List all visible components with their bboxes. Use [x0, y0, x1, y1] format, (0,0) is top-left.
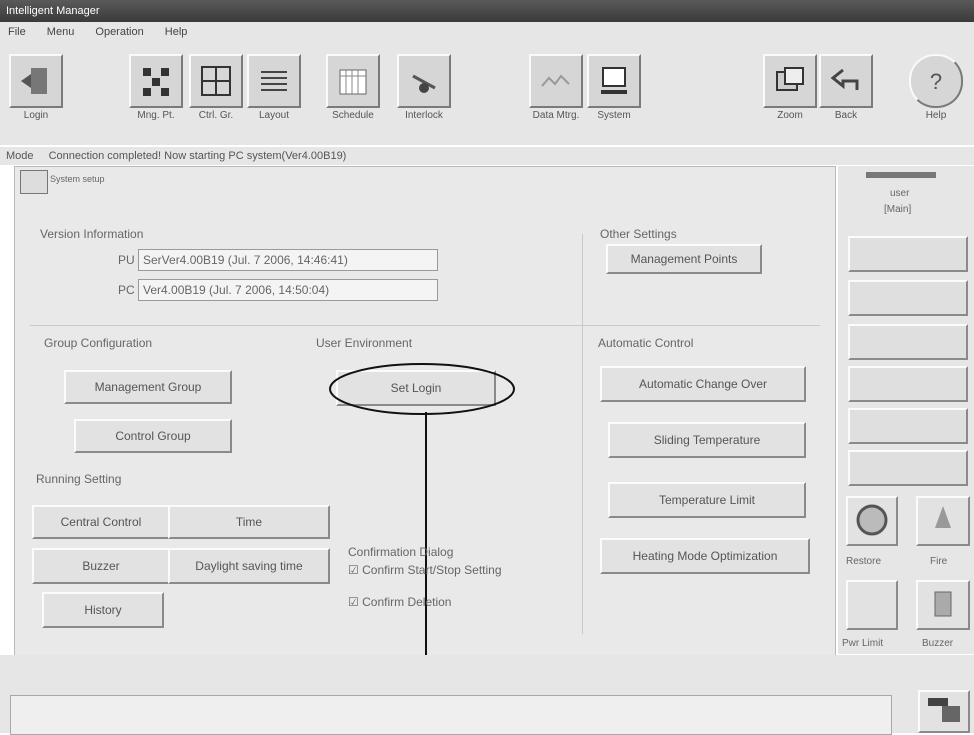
toolbar-help-button[interactable]: ? Help — [904, 54, 968, 121]
checkbox-checked-icon: ☑ — [348, 563, 359, 577]
buzzer-icon — [934, 591, 952, 617]
schedule-icon — [326, 54, 380, 108]
sliding-temperature-button[interactable]: Sliding Temperature — [608, 422, 806, 458]
history-button[interactable]: History — [42, 592, 164, 628]
fire-icon — [935, 506, 951, 528]
buzzer-label: Buzzer — [922, 638, 954, 649]
management-point-icon — [129, 54, 183, 108]
interlock-icon — [397, 54, 451, 108]
menu-bar: File Menu Operation Help — [0, 22, 974, 42]
control-group-icon — [189, 54, 243, 108]
toolbar-mng-pt-button[interactable]: Mng. Pt. — [128, 54, 184, 121]
menu-menu[interactable]: Menu — [47, 26, 75, 38]
menu-operation[interactable]: Operation — [95, 26, 143, 38]
toolbar-interlock-button[interactable]: Interlock — [388, 54, 460, 121]
help-icon: ? — [909, 54, 963, 108]
pu-version-field: SerVer4.00B19 (Jul. 7 2006, 14:46:41) — [138, 249, 438, 271]
pwr-limit-button[interactable] — [846, 580, 898, 630]
toolbar-schedule-button[interactable]: Schedule — [318, 54, 388, 121]
restore-icon — [856, 504, 888, 536]
data-monitoring-icon — [529, 54, 583, 108]
buzzer-button[interactable]: Buzzer — [32, 548, 170, 584]
keyboard-button[interactable] — [918, 690, 970, 733]
central-control-button[interactable]: Central Control — [32, 505, 170, 539]
restore-button[interactable] — [846, 496, 898, 546]
toolbar-login-button[interactable]: Login — [8, 54, 64, 121]
window-title: Intelligent Manager — [6, 5, 100, 17]
daylight-saving-time-button[interactable]: Daylight saving time — [168, 548, 330, 584]
pc-version-field: Ver4.00B19 (Jul. 7 2006, 14:50:04) — [138, 279, 438, 301]
pu-label: PU — [118, 253, 135, 267]
pwr-limit-label: Pwr Limit — [842, 638, 884, 649]
toolbar-data-mtrg-button[interactable]: Data Mtrg. — [524, 54, 588, 121]
fire-button[interactable] — [916, 496, 970, 546]
toolbar-system-button[interactable]: System — [586, 54, 642, 121]
user-name: [Main] — [884, 204, 912, 215]
back-arrow-icon — [819, 54, 873, 108]
menu-file[interactable]: File — [8, 26, 26, 38]
status-line: Mode Connection completed! Now starting … — [0, 147, 974, 165]
user-label: user — [890, 188, 910, 199]
temperature-limit-button[interactable]: Temperature Limit — [608, 482, 806, 518]
login-door-icon — [9, 54, 63, 108]
automatic-control-heading: Automatic Control — [598, 336, 694, 350]
user-environment-heading: User Environment — [316, 336, 413, 350]
divider — [582, 234, 583, 634]
other-settings-heading: Other Settings — [600, 227, 677, 241]
toolbar-layout-button[interactable]: Layout — [246, 54, 302, 121]
confirm-deletion-checkbox[interactable]: ☑ Confirm Deletion — [348, 595, 451, 609]
message-area — [10, 695, 892, 735]
zoom-icon — [763, 54, 817, 108]
group-config-heading: Group Configuration — [44, 336, 153, 350]
svg-text:?: ? — [930, 69, 942, 94]
confirm-start-stop-checkbox[interactable]: ☑ Confirm Start/Stop Setting — [348, 563, 502, 577]
right-blank-button-2[interactable] — [848, 280, 968, 316]
keyboard-icon — [928, 698, 960, 722]
logo-strip — [866, 172, 936, 178]
running-setting-heading: Running Setting — [36, 472, 122, 486]
automatic-change-over-button[interactable]: Automatic Change Over — [600, 366, 806, 402]
management-points-button[interactable]: Management Points — [606, 244, 762, 274]
window-title-bar: Intelligent Manager — [0, 0, 974, 22]
status-message: Connection completed! Now starting PC sy… — [48, 150, 347, 162]
toolbar-zoom-button[interactable]: Zoom — [762, 54, 818, 121]
system-setup-icon — [20, 170, 48, 194]
mode-label: Mode — [6, 150, 34, 162]
heating-mode-optimization-button[interactable]: Heating Mode Optimization — [600, 538, 810, 574]
restore-label: Restore — [846, 556, 882, 567]
management-group-button[interactable]: Management Group — [64, 370, 232, 404]
confirmation-dialog-heading: Confirmation Dialog — [348, 545, 454, 559]
right-blank-button-3[interactable] — [848, 324, 968, 360]
right-blank-button-5[interactable] — [848, 408, 968, 444]
right-blank-button-6[interactable] — [848, 450, 968, 486]
divider — [30, 325, 820, 326]
toolbar-back-button[interactable]: Back — [818, 54, 874, 121]
toolbar-ctrl-gr-button[interactable]: Ctrl. Gr. — [188, 54, 244, 121]
pc-label: PC — [118, 283, 135, 297]
highlight-ellipse — [329, 363, 515, 415]
layout-icon — [247, 54, 301, 108]
panel-title: System setup — [50, 174, 105, 184]
menu-help[interactable]: Help — [165, 26, 188, 38]
right-blank-button-4[interactable] — [848, 366, 968, 402]
fire-label: Fire — [930, 556, 948, 567]
control-group-button[interactable]: Control Group — [74, 419, 232, 453]
checkbox-checked-icon: ☑ — [348, 595, 359, 609]
system-computer-icon — [587, 54, 641, 108]
version-heading: Version Information — [40, 227, 144, 241]
time-button[interactable]: Time — [168, 505, 330, 539]
buzzer-stop-button[interactable] — [916, 580, 970, 630]
right-blank-button-1[interactable] — [848, 236, 968, 272]
